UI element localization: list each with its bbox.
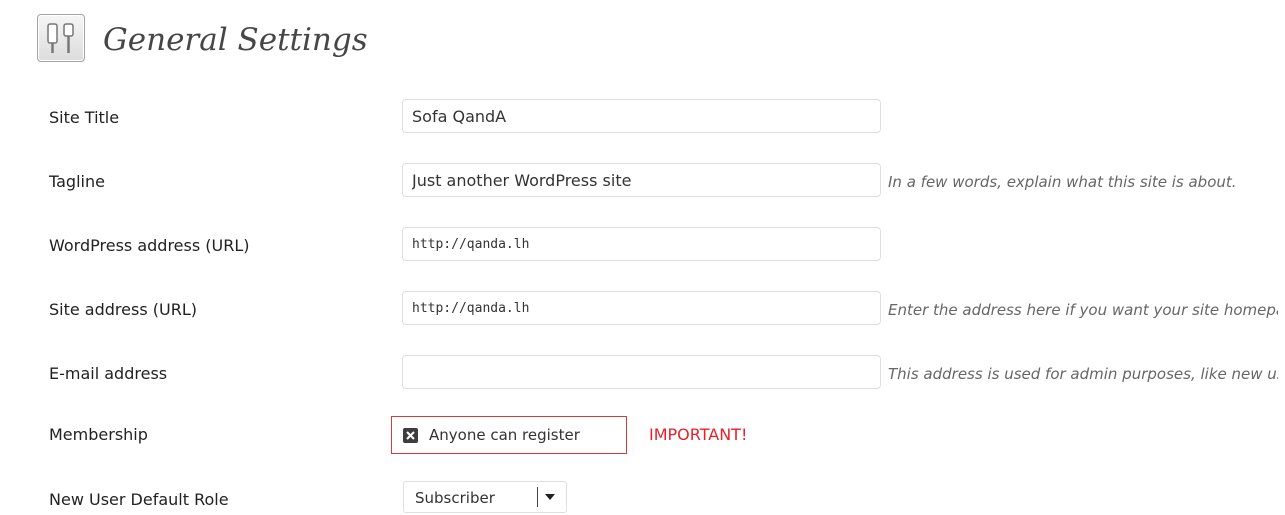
site-title-row: Site Title <box>0 99 1285 139</box>
default-role-label: New User Default Role <box>49 490 229 509</box>
important-note: IMPORTANT! <box>649 425 748 444</box>
membership-label: Membership <box>49 425 148 444</box>
site-address-input[interactable] <box>402 291 881 325</box>
site-address-description: Enter the address here if you want your … <box>888 301 1278 319</box>
email-description: This address is used for admin purposes,… <box>888 365 1278 383</box>
site-address-row: Site address (URL) Enter the address her… <box>0 291 1285 331</box>
tagline-row: Tagline In a few words, explain what thi… <box>0 163 1285 203</box>
site-title-input[interactable] <box>402 99 881 133</box>
checkbox-x-icon <box>406 431 415 440</box>
email-label: E-mail address <box>49 364 168 383</box>
settings-sliders-icon <box>37 14 85 62</box>
chevron-down-icon[interactable] <box>545 494 555 500</box>
membership-highlight-box: Anyone can register <box>391 416 627 454</box>
anyone-can-register-checkbox[interactable] <box>403 428 418 443</box>
select-divider <box>537 487 538 507</box>
tagline-input[interactable] <box>402 163 881 197</box>
tagline-description: In a few words, explain what this site i… <box>888 173 1237 191</box>
site-address-label: Site address (URL) <box>49 300 197 319</box>
wordpress-address-input[interactable] <box>402 227 881 261</box>
wordpress-address-row: WordPress address (URL) <box>0 227 1285 267</box>
default-role-select[interactable]: Subscriber <box>403 481 567 513</box>
page-title: General Settings <box>103 22 368 58</box>
site-title-label: Site Title <box>49 108 120 127</box>
anyone-can-register-label[interactable]: Anyone can register <box>429 425 580 445</box>
email-row: E-mail address This address is used for … <box>0 355 1285 395</box>
email-field[interactable] <box>402 355 881 389</box>
default-role-row: New User Default Role Subscriber <box>0 481 1285 515</box>
tagline-label: Tagline <box>49 172 105 191</box>
membership-row: Membership Anyone can register IMPORTANT… <box>0 416 1285 456</box>
default-role-selected: Subscriber <box>415 489 495 507</box>
wordpress-address-label: WordPress address (URL) <box>49 236 250 255</box>
